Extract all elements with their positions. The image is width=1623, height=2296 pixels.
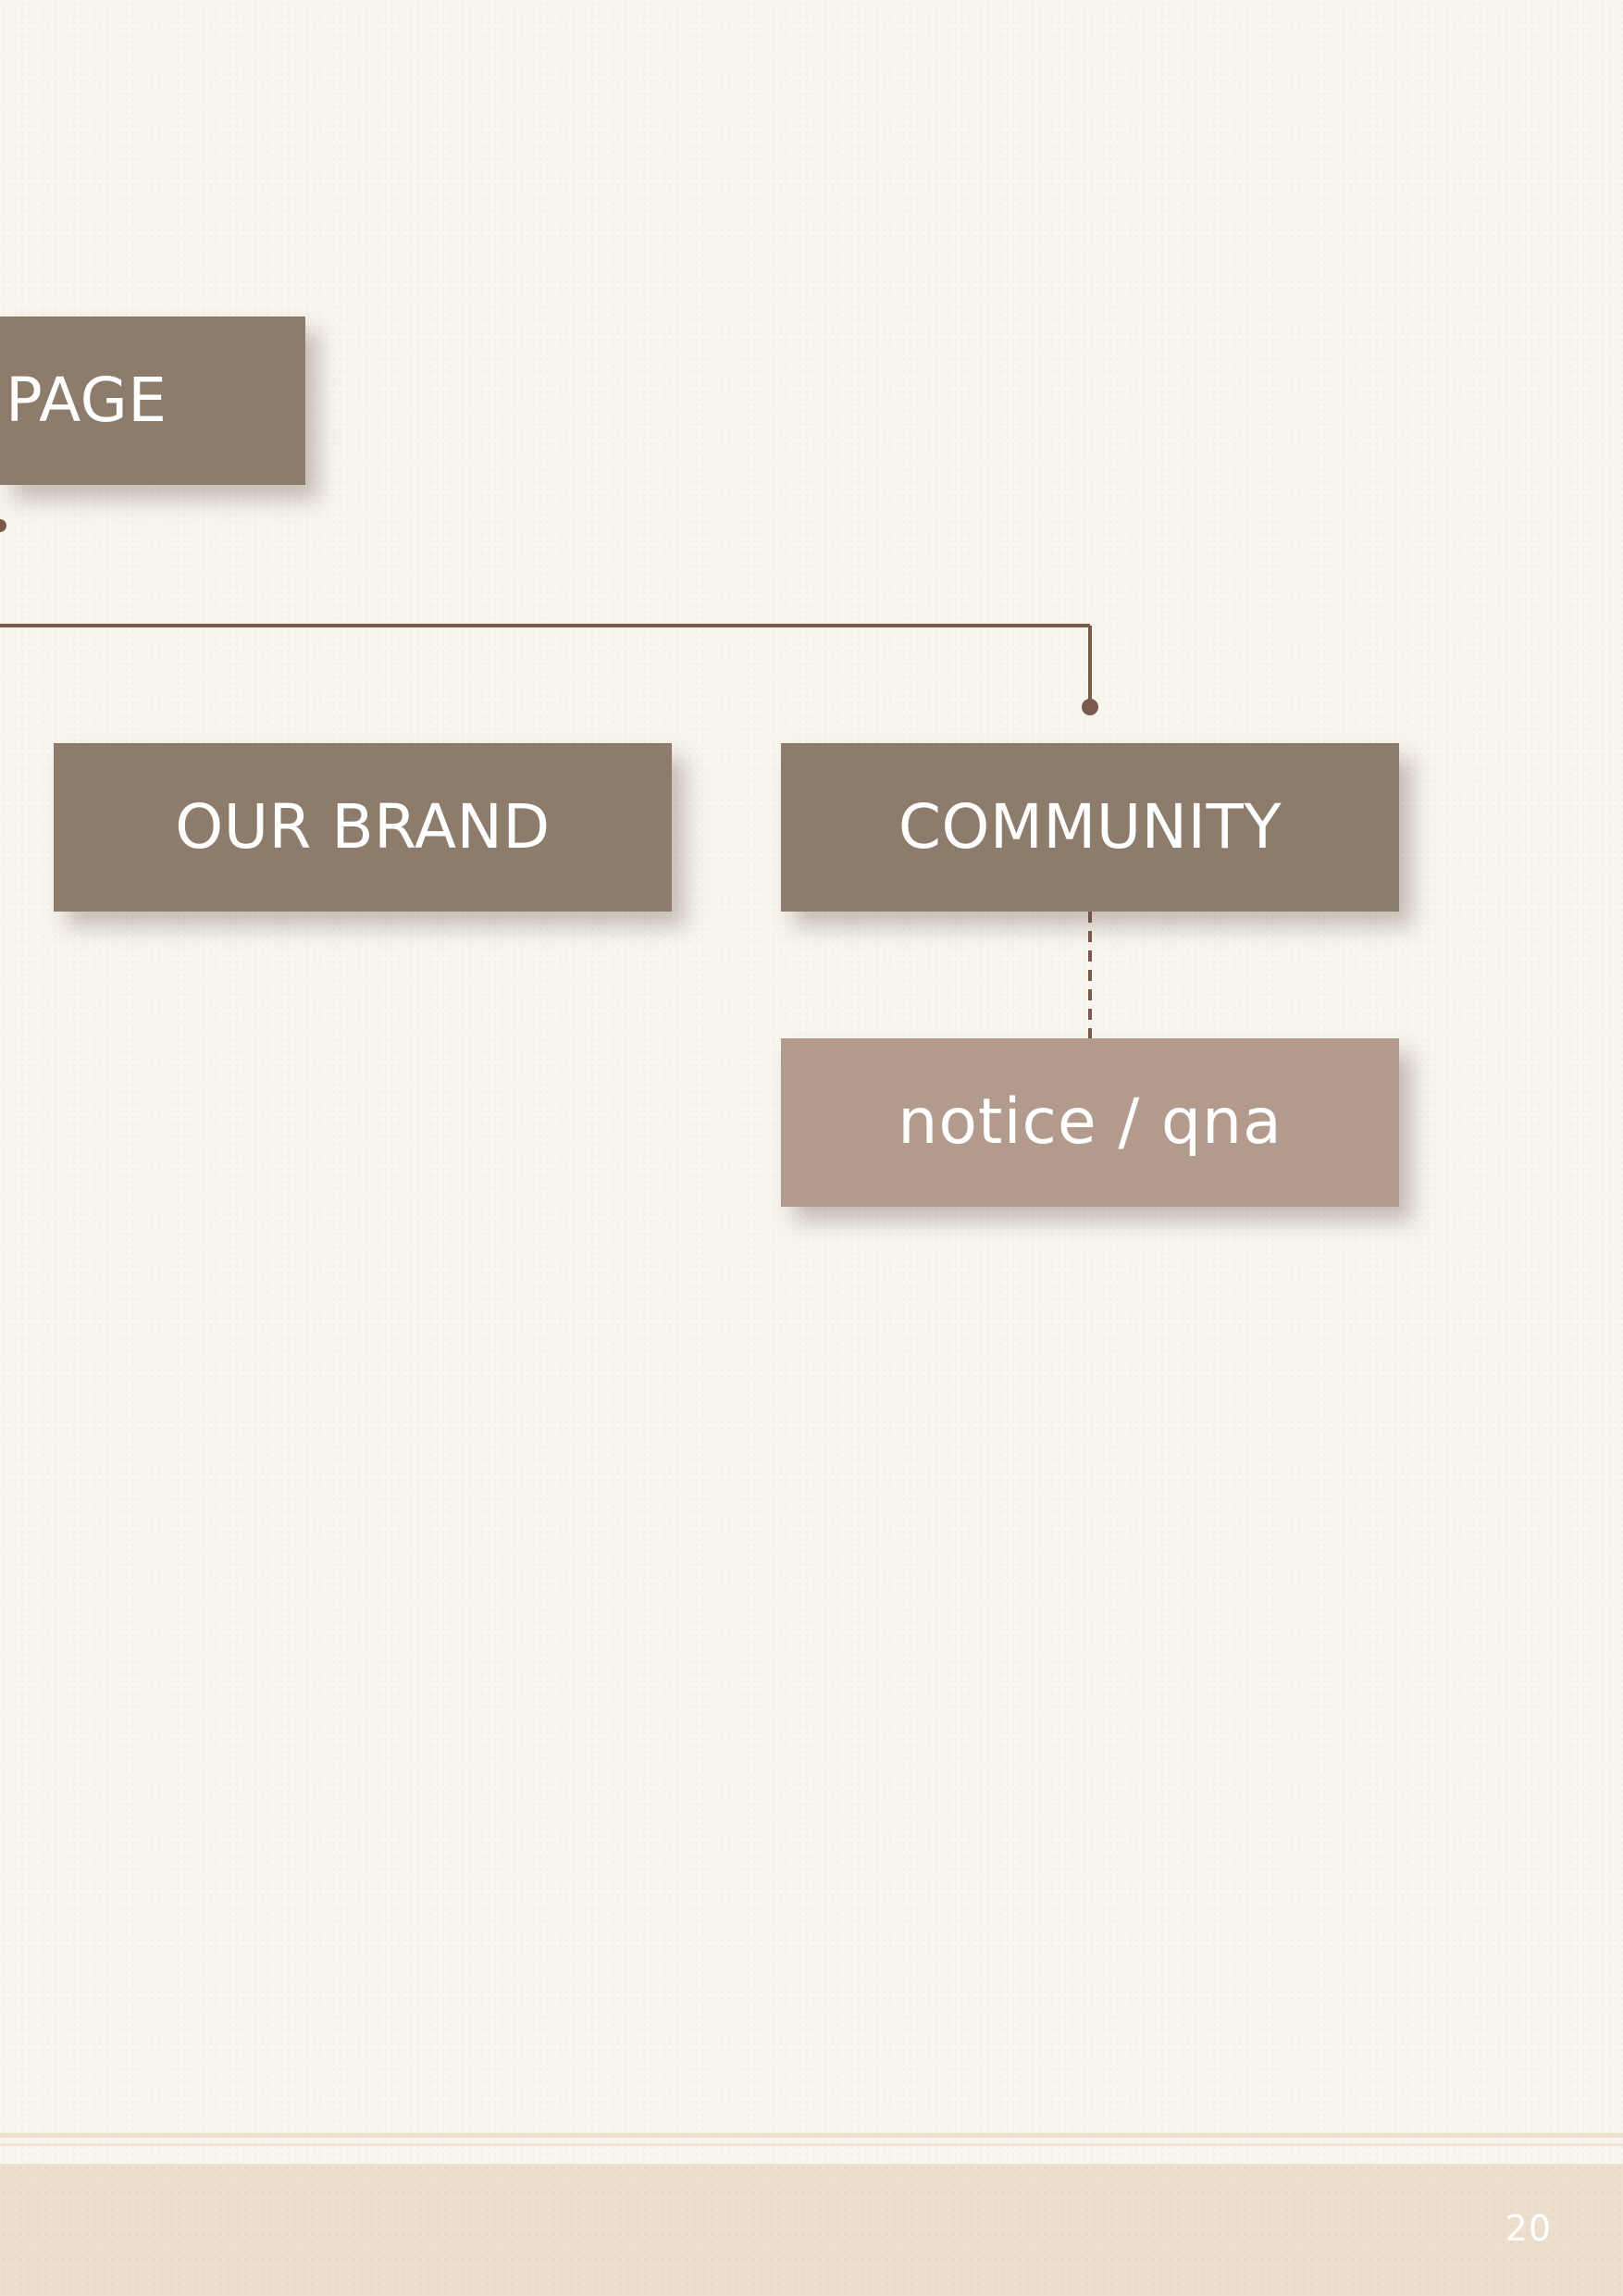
- community-connector-dot: [1082, 699, 1098, 715]
- node-our-brand[interactable]: OUR BRAND: [54, 743, 672, 912]
- root-connector-dot: [0, 519, 6, 532]
- node-notice-qna-label: notice / qna: [898, 1086, 1282, 1159]
- node-community-label: COMMUNITY: [898, 791, 1282, 863]
- footer-divider-top: [0, 2133, 1623, 2138]
- node-notice-qna[interactable]: notice / qna: [781, 1038, 1399, 1207]
- footer-band: [0, 2164, 1623, 2296]
- node-page[interactable]: PAGE: [0, 316, 305, 485]
- node-community[interactable]: COMMUNITY: [781, 743, 1399, 912]
- page-number: 20: [1505, 2208, 1552, 2249]
- footer-divider-bottom: [0, 2143, 1623, 2146]
- node-our-brand-label: OUR BRAND: [175, 791, 551, 863]
- node-page-label: PAGE: [6, 365, 167, 436]
